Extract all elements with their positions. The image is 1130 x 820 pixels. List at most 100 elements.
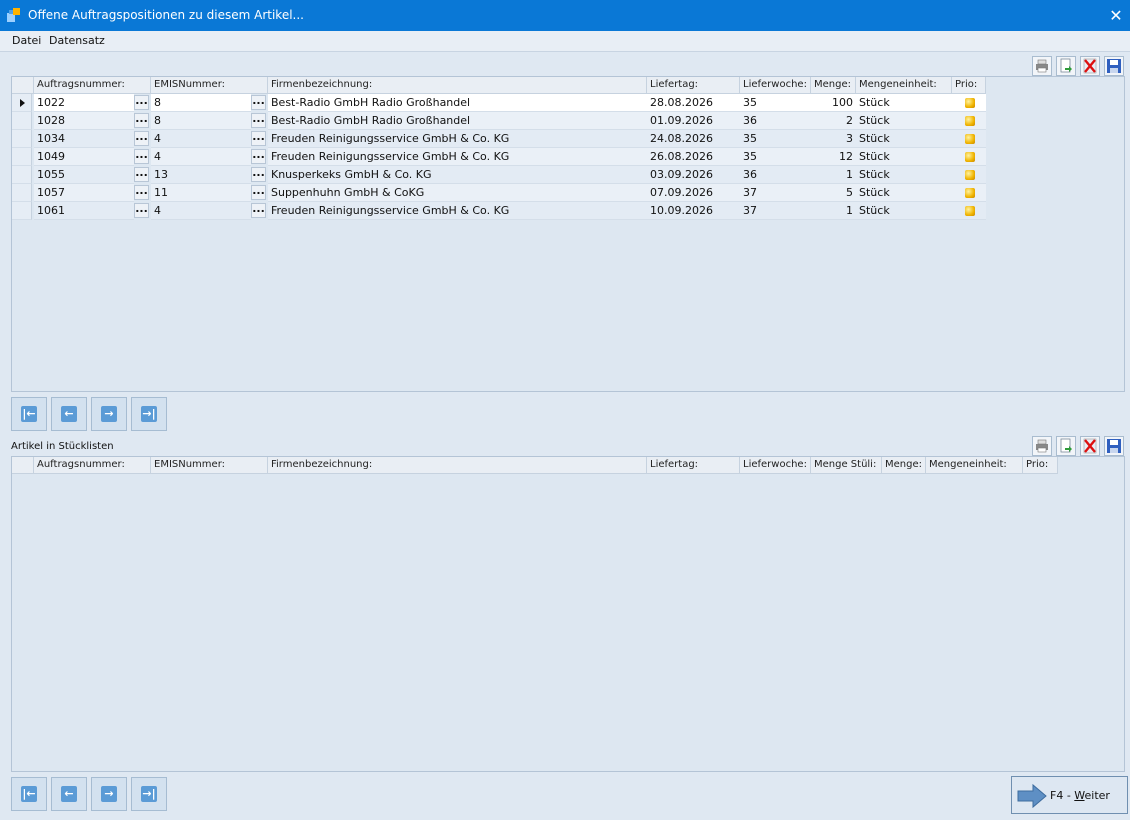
cell-auftragsnummer[interactable]: 1028	[34, 112, 134, 130]
row-indicator[interactable]	[12, 112, 32, 130]
header-mengeneinheit[interactable]: Mengeneinheit:	[926, 457, 1023, 474]
cell-prio[interactable]	[952, 148, 986, 166]
menu-datei[interactable]: Datei	[12, 34, 41, 47]
table-row[interactable]: 1057... 11... Suppenhuhn GmbH & CoKG 07.09.…	[12, 184, 987, 202]
lookup-auftrag-button[interactable]: ...	[134, 167, 149, 182]
cell-liefertag[interactable]: 26.08.2026	[647, 148, 740, 166]
header-mengeneinheit[interactable]: Mengeneinheit:	[856, 77, 952, 94]
cell-emisnummer[interactable]: 8	[151, 112, 251, 130]
cell-prio[interactable]	[952, 130, 986, 148]
lookup-emis-button[interactable]: ...	[251, 95, 266, 110]
header-lieferwoche[interactable]: Lieferwoche:	[740, 77, 811, 94]
cell-auftragsnummer[interactable]: 1057	[34, 184, 134, 202]
lookup-auftrag-button[interactable]: ...	[134, 113, 149, 128]
grid1-first-button[interactable]: |←	[11, 397, 47, 431]
lookup-auftrag-button[interactable]: ...	[134, 131, 149, 146]
cell-auftragsnummer[interactable]: 1034	[34, 130, 134, 148]
save-button[interactable]	[1104, 56, 1124, 76]
grid2-prev-button[interactable]: ←	[51, 777, 87, 811]
cell-firmenbezeichnung[interactable]: Best-Radio GmbH Radio Großhandel	[268, 94, 647, 112]
print-button[interactable]	[1032, 56, 1052, 76]
cell-lieferwoche[interactable]: 37	[740, 184, 811, 202]
cell-liefertag[interactable]: 07.09.2026	[647, 184, 740, 202]
table-row[interactable]: 1049... 4... Freuden Reinigungsservice Gmb…	[12, 148, 987, 166]
header-menge-stueli[interactable]: Menge Stüli:	[811, 457, 882, 474]
header-liefertag[interactable]: Liefertag:	[647, 457, 740, 474]
header-prio[interactable]: Prio:	[1023, 457, 1058, 474]
cell-lieferwoche[interactable]: 35	[740, 148, 811, 166]
cell-mengeneinheit[interactable]: Stück	[856, 112, 952, 130]
cell-firmenbezeichnung[interactable]: Freuden Reinigungsservice GmbH & Co. KG	[268, 148, 647, 166]
cell-lieferwoche[interactable]: 35	[740, 94, 811, 112]
grid1-next-button[interactable]: →	[91, 397, 127, 431]
row-indicator[interactable]	[12, 148, 32, 166]
export-button[interactable]	[1056, 56, 1076, 76]
lookup-emis-button[interactable]: ...	[251, 185, 266, 200]
cell-auftragsnummer[interactable]: 1055	[34, 166, 134, 184]
cell-menge[interactable]: 2	[811, 112, 856, 130]
grid2-next-button[interactable]: →	[91, 777, 127, 811]
cell-firmenbezeichnung[interactable]: Freuden Reinigungsservice GmbH & Co. KG	[268, 130, 647, 148]
save-button-2[interactable]	[1104, 436, 1124, 456]
delete-button-2[interactable]	[1080, 436, 1100, 456]
table-row[interactable]: 1055... 13... Knusperkeks GmbH & Co. KG 03.…	[12, 166, 987, 184]
table-row[interactable]: 1022... 8... Best-Radio GmbH Radio Großhan…	[12, 94, 987, 112]
print-button-2[interactable]	[1032, 436, 1052, 456]
cell-menge[interactable]: 5	[811, 184, 856, 202]
lookup-auftrag-button[interactable]: ...	[134, 149, 149, 164]
cell-prio[interactable]	[952, 202, 986, 220]
cell-auftragsnummer[interactable]: 1022	[34, 94, 134, 112]
lookup-auftrag-button[interactable]: ...	[134, 185, 149, 200]
menu-datensatz[interactable]: Datensatz	[49, 34, 105, 47]
lookup-auftrag-button[interactable]: ...	[134, 95, 149, 110]
cell-prio[interactable]	[952, 94, 986, 112]
lookup-emis-button[interactable]: ...	[251, 149, 266, 164]
cell-lieferwoche[interactable]: 37	[740, 202, 811, 220]
cell-mengeneinheit[interactable]: Stück	[856, 166, 952, 184]
header-auftragsnummer[interactable]: Auftragsnummer:	[34, 457, 151, 474]
row-indicator[interactable]	[12, 184, 32, 202]
cell-firmenbezeichnung[interactable]: Knusperkeks GmbH & Co. KG	[268, 166, 647, 184]
lookup-emis-button[interactable]: ...	[251, 167, 266, 182]
header-emisnummer[interactable]: EMISNummer:	[151, 77, 268, 94]
cell-liefertag[interactable]: 24.08.2026	[647, 130, 740, 148]
header-menge[interactable]: Menge:	[882, 457, 926, 474]
header-auftragsnummer[interactable]: Auftragsnummer:	[34, 77, 151, 94]
cell-menge[interactable]: 12	[811, 148, 856, 166]
cell-emisnummer[interactable]: 4	[151, 202, 251, 220]
cell-emisnummer[interactable]: 4	[151, 130, 251, 148]
grid2-first-button[interactable]: |←	[11, 777, 47, 811]
cell-liefertag[interactable]: 10.09.2026	[647, 202, 740, 220]
cell-menge[interactable]: 100	[811, 94, 856, 112]
grid1-last-button[interactable]: →|	[131, 397, 167, 431]
cell-mengeneinheit[interactable]: Stück	[856, 94, 952, 112]
table-row[interactable]: 1034... 4... Freuden Reinigungsservice Gmb…	[12, 130, 987, 148]
weiter-button[interactable]: F4 - Weiter	[1011, 776, 1128, 814]
cell-prio[interactable]	[952, 166, 986, 184]
cell-liefertag[interactable]: 01.09.2026	[647, 112, 740, 130]
header-firmenbezeichnung[interactable]: Firmenbezeichnung:	[268, 457, 647, 474]
lookup-auftrag-button[interactable]: ...	[134, 203, 149, 218]
cell-emisnummer[interactable]: 13	[151, 166, 251, 184]
cell-emisnummer[interactable]: 11	[151, 184, 251, 202]
cell-prio[interactable]	[952, 112, 986, 130]
cell-liefertag[interactable]: 28.08.2026	[647, 94, 740, 112]
cell-mengeneinheit[interactable]: Stück	[856, 184, 952, 202]
header-lieferwoche[interactable]: Lieferwoche:	[740, 457, 811, 474]
cell-menge[interactable]: 3	[811, 130, 856, 148]
cell-firmenbezeichnung[interactable]: Freuden Reinigungsservice GmbH & Co. KG	[268, 202, 647, 220]
export-button-2[interactable]	[1056, 436, 1076, 456]
cell-prio[interactable]	[952, 184, 986, 202]
grid2-last-button[interactable]: →|	[131, 777, 167, 811]
cell-auftragsnummer[interactable]: 1049	[34, 148, 134, 166]
header-prio[interactable]: Prio:	[952, 77, 986, 94]
delete-button[interactable]	[1080, 56, 1100, 76]
header-liefertag[interactable]: Liefertag:	[647, 77, 740, 94]
cell-lieferwoche[interactable]: 35	[740, 130, 811, 148]
header-emisnummer[interactable]: EMISNummer:	[151, 457, 268, 474]
cell-mengeneinheit[interactable]: Stück	[856, 148, 952, 166]
row-indicator[interactable]	[12, 94, 32, 112]
cell-mengeneinheit[interactable]: Stück	[856, 130, 952, 148]
cell-menge[interactable]: 1	[811, 202, 856, 220]
table-row[interactable]: 1028... 8... Best-Radio GmbH Radio Großhan…	[12, 112, 987, 130]
